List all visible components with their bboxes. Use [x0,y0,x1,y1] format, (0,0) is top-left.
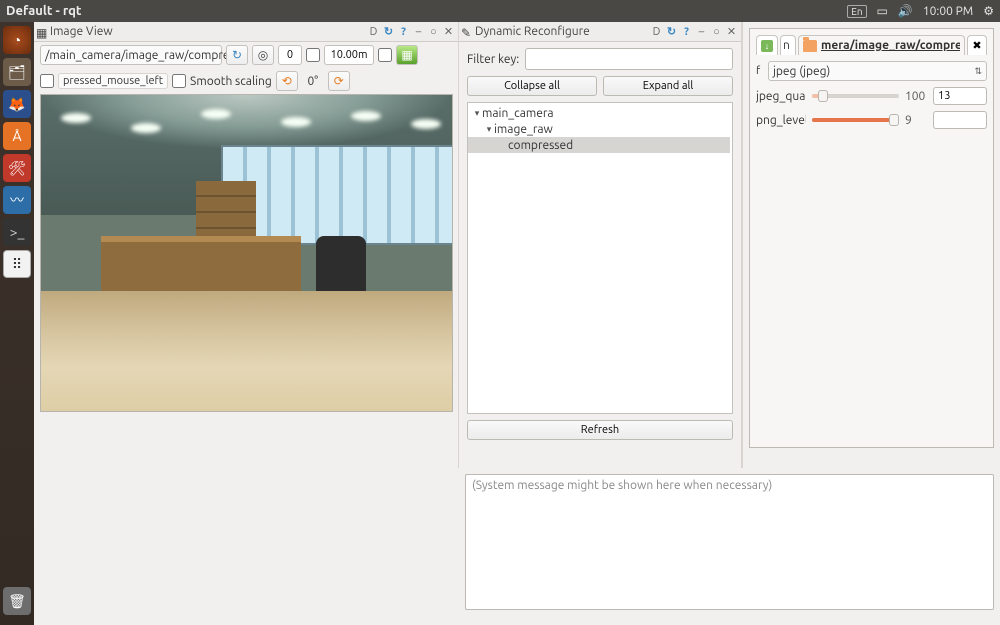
color-scheme-button[interactable]: ▦ [396,45,418,65]
format-label: f [756,65,764,77]
system-message-box: (System message might be shown here when… [465,474,994,610]
unity-launcher: ◔ 🗂 🦊 Å 🛠 〰 >_ ⠿ 🗑 [0,22,34,625]
format-select-value: jpeg (jpeg) [773,65,830,78]
pressed-mouse-label: pressed_mouse_left [58,73,168,89]
unknown-checkbox-1[interactable] [306,48,320,62]
amazon-icon[interactable]: Å [3,122,31,150]
terminal-icon[interactable]: >_ [3,218,31,246]
refresh-topic-button[interactable]: ↻ [226,45,248,65]
png-level-label: png_level [756,114,806,127]
files-icon[interactable]: 🗂 [3,58,31,86]
tree-row-compressed[interactable]: compressed [468,137,730,153]
smooth-scaling-label: Smooth scaling [190,75,272,88]
triangle-down-icon: ▾ [484,124,494,135]
dyn-detach-button[interactable]: D [649,24,664,39]
caret-updown-icon: ⇅ [974,66,982,77]
smooth-scaling-checkbox[interactable] [172,74,186,88]
camera-image-viewport [40,94,453,412]
pressed-mouse-checkbox[interactable] [40,74,54,88]
keyboard-lang-indicator[interactable]: En [847,5,866,18]
dyn-icon: ✎ [461,26,473,38]
snapshot-button[interactable]: ◎ [252,45,274,65]
trash-icon[interactable]: 🗑 [3,587,31,615]
png-level-row: png_level 9 [756,111,987,129]
pane-minimize-button[interactable]: – [411,24,426,39]
png-level-max: 9 [905,114,927,127]
compressed-params-pane: n mera/image_raw/compressed ✖ f jpeg (jp… [742,22,1000,468]
param-tab-hidden-2[interactable]: n [780,35,796,55]
rotate-ccw-button[interactable]: ⟲ [276,71,298,91]
pane-detach-button[interactable]: D [366,24,381,39]
rqt-app-icon[interactable]: ⠿ [3,250,31,278]
refresh-button[interactable]: Refresh [467,420,733,440]
filter-label: Filter key: [467,53,519,66]
pane-reload-button[interactable]: ↻ [381,24,396,39]
jpeg-quality-label: jpeg_quality [756,90,806,103]
dyn-help-button[interactable]: ? [679,24,694,39]
dash-icon[interactable]: ◔ [3,26,31,54]
firefox-icon[interactable]: 🦊 [3,90,31,118]
tree-row-image-raw[interactable]: ▾image_raw [468,121,732,137]
clock[interactable]: 10:00 PM [923,5,973,18]
pane-maximize-button[interactable]: ○ [426,24,441,39]
jpeg-quality-value-input[interactable] [933,87,987,105]
software-center-icon[interactable]: 🛠 [3,154,31,182]
dyn-close-button[interactable]: ✕ [724,24,739,39]
app-icon[interactable]: 〰 [3,186,31,214]
tree-row-main-camera[interactable]: ▾main_camera [468,105,732,121]
dyn-reload-button[interactable]: ↻ [664,24,679,39]
rotation-degree: 0° [302,75,324,88]
image-view-toolbar-2: pressed_mouse_left Smooth scaling ⟲ 0° ⟳ [34,68,458,94]
rotate-cw-button[interactable]: ⟳ [328,71,350,91]
image-view-title: Image View [50,25,113,38]
volume-icon[interactable]: 🔊 [898,4,913,18]
dynamic-reconfigure-pane: ✎Dynamic Reconfigure D ↻ ? – ○ ✕ Filter … [459,22,742,468]
unknown-checkbox-2[interactable] [378,48,392,62]
collapse-all-button[interactable]: Collapse all [467,76,597,96]
jpeg-quality-slider[interactable] [812,89,899,103]
param-tab-label: mera/image_raw/compressed [821,39,960,52]
png-level-value-input[interactable] [933,111,987,129]
image-view-toolbar-1: /main_camera/image_raw/compres ▾ ↻ ◎ ▦ [34,42,458,68]
param-tab-hidden-1[interactable] [756,35,778,55]
png-level-slider[interactable] [812,113,899,127]
dyn-maximize-button[interactable]: ○ [709,24,724,39]
battery-icon[interactable]: ▭ [877,4,888,18]
window-title: Default - rqt [6,4,82,18]
pane-help-button[interactable]: ? [396,24,411,39]
session-gear-icon[interactable]: ⚙ [983,4,994,18]
imageview-icon: ▦ [36,26,48,38]
hz-input[interactable] [278,45,302,65]
jpeg-quality-row: jpeg_quality 100 [756,87,987,105]
system-message-area: (System message might be shown here when… [459,468,1000,616]
image-view-blank [34,468,459,625]
dyn-minimize-button[interactable]: – [694,24,709,39]
tab-close-button[interactable]: ✖ [967,35,987,55]
download-icon [761,40,773,52]
rqt-window: ▦Image View D ↻ ? – ○ ✕ /main_camera/ima… [34,22,1000,625]
system-message-placeholder: (System message might be shown here when… [472,479,772,492]
filter-input[interactable] [525,48,733,70]
pane-close-button[interactable]: ✕ [441,24,456,39]
system-tray: En ▭ 🔊 10:00 PM ⚙ [847,4,994,18]
jpeg-quality-max: 100 [905,90,927,103]
folder-icon [803,40,817,52]
dyn-title: Dynamic Reconfigure [475,25,590,38]
max-distance-input[interactable] [324,45,374,65]
param-tab-compressed[interactable]: mera/image_raw/compressed [798,35,965,55]
format-select[interactable]: jpeg (jpeg) ⇅ [768,61,987,81]
image-view-header: ▦Image View D ↻ ? – ○ ✕ [34,22,458,42]
image-view-pane: ▦Image View D ↻ ? – ○ ✕ /main_camera/ima… [34,22,459,468]
topic-select-value: /main_camera/image_raw/compres [45,49,235,62]
topic-select[interactable]: /main_camera/image_raw/compres ▾ [40,45,222,65]
expand-all-button[interactable]: Expand all [603,76,733,96]
node-tree[interactable]: ▾main_camera ▾image_raw compressed [467,102,733,414]
param-tab-bar: n mera/image_raw/compressed ✖ [756,35,987,55]
dyn-header: ✎Dynamic Reconfigure D ↻ ? – ○ ✕ [459,22,741,42]
triangle-down-icon: ▾ [472,108,482,119]
system-menubar: Default - rqt En ▭ 🔊 10:00 PM ⚙ [0,0,1000,22]
